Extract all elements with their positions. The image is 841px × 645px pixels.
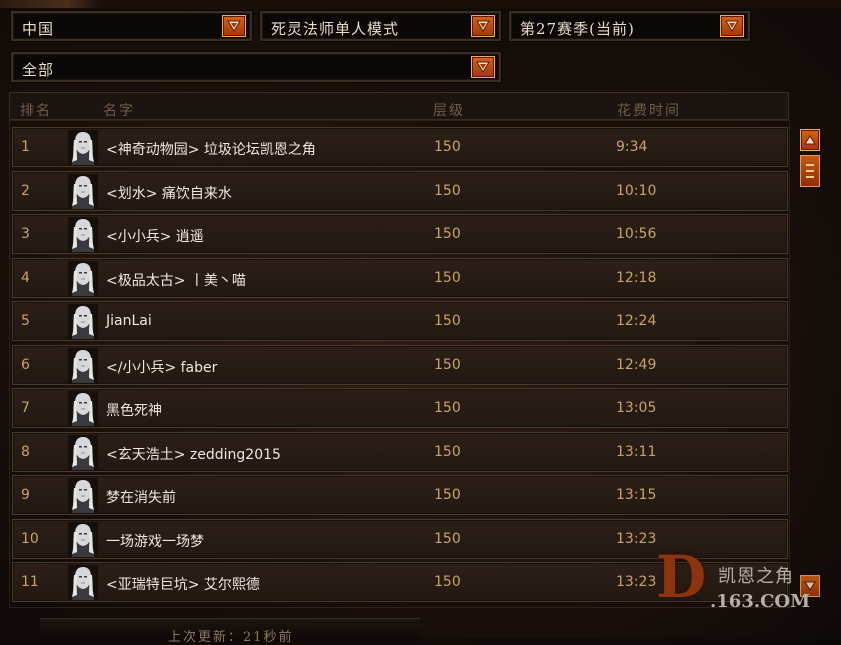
scope-dropdown[interactable]: 全部 bbox=[11, 52, 501, 82]
watermark-domain: .163.COM bbox=[710, 591, 811, 612]
table-row[interactable]: 8 <玄天浩土> zedding2015 150 13:11 bbox=[12, 432, 788, 472]
chevron-down-icon[interactable] bbox=[720, 15, 744, 37]
table-row[interactable]: 5 JianLai 150 12:24 bbox=[12, 301, 788, 341]
row-rank: 5 bbox=[21, 313, 30, 329]
necromancer-portrait-icon bbox=[68, 391, 98, 426]
region-dropdown-label: 中国 bbox=[22, 20, 55, 38]
mode-dropdown[interactable]: 死灵法师单人模式 bbox=[260, 11, 501, 41]
necromancer-portrait-icon bbox=[68, 522, 98, 557]
row-tier: 150 bbox=[434, 574, 461, 590]
row-time: 12:24 bbox=[616, 313, 657, 329]
chevron-down-icon[interactable] bbox=[471, 56, 495, 78]
name-column-header[interactable]: 名字 bbox=[103, 100, 135, 120]
row-tier: 150 bbox=[434, 444, 461, 460]
watermark-site-name: 凯恩之角 bbox=[718, 566, 794, 587]
necromancer-portrait-icon bbox=[68, 304, 98, 339]
last-updated-text: 上次更新：21秒前 bbox=[168, 630, 294, 645]
row-rank: 6 bbox=[21, 357, 30, 373]
row-rank: 11 bbox=[21, 574, 39, 590]
grip-icon[interactable] bbox=[800, 155, 820, 187]
row-time: 10:10 bbox=[616, 183, 657, 199]
table-row[interactable]: 9 梦在消失前 150 13:15 bbox=[12, 475, 788, 515]
row-tier: 150 bbox=[434, 183, 461, 199]
row-time: 13:05 bbox=[616, 400, 657, 416]
row-time: 10:56 bbox=[616, 226, 657, 242]
row-name: 黑色死神 bbox=[106, 403, 162, 419]
table-row[interactable]: 1 <神奇动物园> 垃圾论坛凯恩之角 150 9:34 bbox=[12, 127, 788, 167]
row-time: 12:49 bbox=[616, 357, 657, 373]
row-rank: 8 bbox=[21, 444, 30, 460]
necromancer-portrait-icon bbox=[68, 348, 98, 383]
necromancer-portrait-icon bbox=[68, 130, 98, 165]
scrollbar[interactable] bbox=[798, 127, 822, 597]
season-dropdown[interactable]: 第27赛季(当前) bbox=[509, 11, 750, 41]
scope-dropdown-label: 全部 bbox=[22, 61, 55, 79]
row-name: 一场游戏一场梦 bbox=[106, 534, 204, 550]
tier-column-header[interactable]: 层级 bbox=[433, 100, 465, 120]
necromancer-portrait-icon bbox=[68, 217, 98, 252]
row-name: 梦在消失前 bbox=[106, 490, 176, 506]
necromancer-portrait-icon bbox=[68, 261, 98, 296]
season-dropdown-label: 第27赛季(当前) bbox=[520, 20, 635, 38]
row-time: 9:34 bbox=[616, 139, 648, 155]
row-time: 13:15 bbox=[616, 487, 657, 503]
watermark-logo-letter: D bbox=[656, 543, 707, 611]
row-rank: 4 bbox=[21, 270, 30, 286]
necromancer-portrait-icon bbox=[68, 565, 98, 600]
row-name: <亚瑞特巨坑> 艾尔熙德 bbox=[106, 577, 260, 593]
row-tier: 150 bbox=[434, 357, 461, 373]
table-row[interactable]: 4 <极品太古> 丨美丶喵 150 12:18 bbox=[12, 258, 788, 298]
necromancer-portrait-icon bbox=[68, 435, 98, 470]
row-tier: 150 bbox=[434, 313, 461, 329]
row-rank: 10 bbox=[21, 531, 39, 547]
chevron-up-icon bbox=[804, 135, 816, 145]
row-name: <划水> 痛饮自来水 bbox=[106, 186, 232, 202]
row-name: <神奇动物园> 垃圾论坛凯恩之角 bbox=[106, 142, 316, 158]
row-time: 13:23 bbox=[616, 531, 657, 547]
row-rank: 9 bbox=[21, 487, 30, 503]
row-tier: 150 bbox=[434, 531, 461, 547]
row-rank: 2 bbox=[21, 183, 30, 199]
necromancer-portrait-icon bbox=[68, 174, 98, 209]
row-tier: 150 bbox=[434, 270, 461, 286]
row-rank: 7 bbox=[21, 400, 30, 416]
top-ornament bbox=[0, 0, 841, 8]
row-time: 12:18 bbox=[616, 270, 657, 286]
table-row[interactable]: 2 <划水> 痛饮自来水 150 10:10 bbox=[12, 171, 788, 211]
row-time: 13:11 bbox=[616, 444, 657, 460]
time-column-header[interactable]: 花费时间 bbox=[617, 100, 681, 120]
mode-dropdown-label: 死灵法师单人模式 bbox=[271, 20, 400, 38]
row-name: JianLai bbox=[106, 313, 152, 329]
chevron-down-icon[interactable] bbox=[471, 15, 495, 37]
necromancer-portrait-icon bbox=[68, 478, 98, 513]
row-name: <极品太古> 丨美丶喵 bbox=[106, 273, 246, 289]
table-row[interactable]: 6 </小小兵> faber 150 12:49 bbox=[12, 345, 788, 385]
row-name: </小小兵> faber bbox=[106, 360, 218, 376]
row-tier: 150 bbox=[434, 226, 461, 242]
row-name: <小小兵> 逍遥 bbox=[106, 229, 204, 245]
scroll-up-button[interactable] bbox=[800, 129, 820, 151]
site-watermark: D 凯恩之角 .163.COM bbox=[656, 548, 816, 618]
table-row[interactable]: 7 黑色死神 150 13:05 bbox=[12, 388, 788, 428]
row-name: <玄天浩土> zedding2015 bbox=[106, 447, 281, 463]
row-tier: 150 bbox=[434, 400, 461, 416]
rank-column-header[interactable]: 排名 bbox=[20, 100, 52, 120]
row-rank: 1 bbox=[21, 139, 30, 155]
row-time: 13:23 bbox=[616, 574, 657, 590]
region-dropdown[interactable]: 中国 bbox=[11, 11, 252, 41]
leaderboard-header: 排名 名字 层级 花费时间 bbox=[9, 92, 789, 120]
row-rank: 3 bbox=[21, 226, 30, 242]
table-row[interactable]: 3 <小小兵> 逍遥 150 10:56 bbox=[12, 214, 788, 254]
row-tier: 150 bbox=[434, 487, 461, 503]
row-tier: 150 bbox=[434, 139, 461, 155]
chevron-down-icon[interactable] bbox=[222, 15, 246, 37]
